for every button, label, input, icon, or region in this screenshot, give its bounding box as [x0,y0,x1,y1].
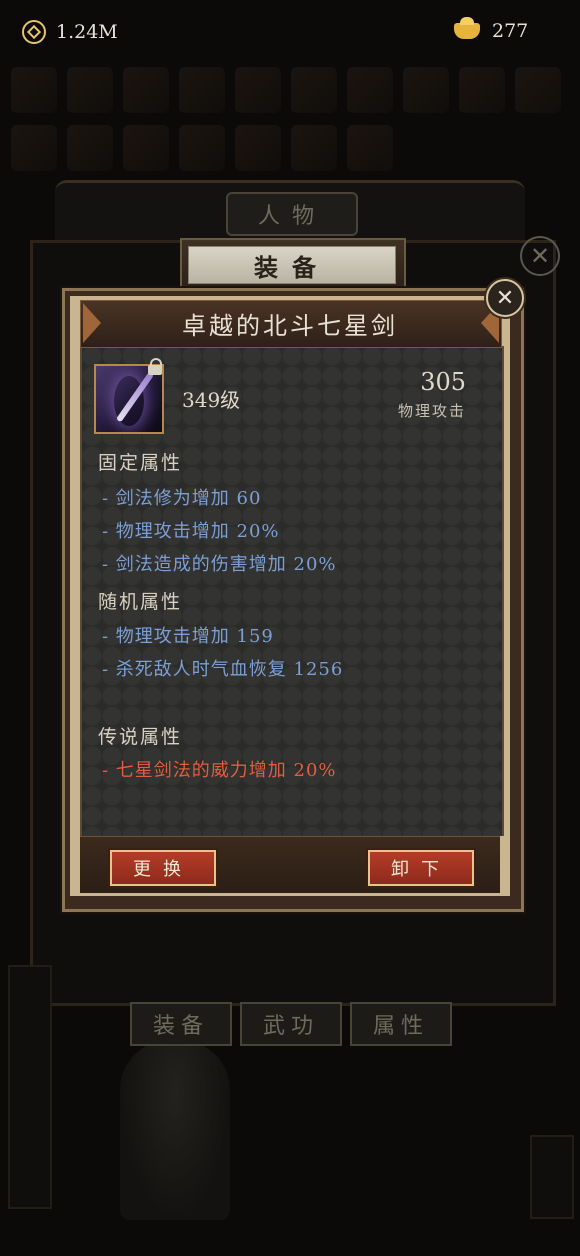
gold-ingot-icon [454,17,480,39]
skill-slot [11,125,57,171]
skill-slot [291,125,337,171]
skill-slot [67,125,113,171]
background-character [120,1040,230,1220]
skill-slot [67,67,113,113]
fixed-attribute: - 物理攻击增加 20% [102,521,280,542]
skill-slot [179,125,225,171]
skill-slot [291,67,337,113]
tab-martial-arts[interactable]: 武功 [240,1002,342,1046]
background-close-icon[interactable]: ✕ [520,236,560,276]
skill-slot [459,67,505,113]
fixed-attributes-title: 固定属性 [98,452,183,474]
skill-slot [403,67,449,113]
ingot-value: 277 [492,20,529,42]
skill-slot [11,67,57,113]
replace-button[interactable]: 更换 [110,850,216,886]
legendary-attributes-title: 传说属性 [98,726,183,748]
skill-slot [235,125,281,171]
item-power-value: 305 [420,368,466,396]
background-side-panel-right [530,1135,574,1219]
skill-slot [179,67,225,113]
skill-slot [235,67,281,113]
close-icon[interactable]: ✕ [486,279,524,317]
unequip-button[interactable]: 卸下 [368,850,474,886]
coin-icon [22,20,46,44]
item-level: 349级 [182,388,241,412]
item-power-label: 物理攻击 [397,402,466,420]
lock-icon[interactable] [148,358,162,375]
random-attribute: - 物理攻击增加 159 [102,626,274,647]
ingot-display: 277 [454,17,529,42]
skill-slot [123,125,169,171]
tab-equipment[interactable]: 装备 [130,1002,232,1046]
random-attribute: - 杀死敌人时气血恢复 1256 [102,659,344,680]
skill-slot [347,67,393,113]
item-name: 卓越的北斗七星剑 [182,311,398,340]
skill-slot [123,67,169,113]
random-attributes-title: 随机属性 [98,591,183,613]
background-side-panel [8,965,52,1209]
currency-value: 1.24M [56,21,118,43]
background-skill-grid [8,64,572,179]
skill-slot [347,125,393,171]
modal-header-title: 装备 [188,246,396,284]
fixed-attribute: - 剑法修为增加 60 [102,488,262,509]
fixed-attribute: - 剑法造成的伤害增加 20% [102,554,337,575]
background-tab-bar: 装备 武功 属性 [130,1002,452,1046]
tab-attributes[interactable]: 属性 [350,1002,452,1046]
skill-slot [515,67,561,113]
currency-display: 1.24M [22,20,118,44]
legendary-attribute: - 七星剑法的威力增加 20% [102,760,337,781]
background-title: 人物 [226,192,358,236]
